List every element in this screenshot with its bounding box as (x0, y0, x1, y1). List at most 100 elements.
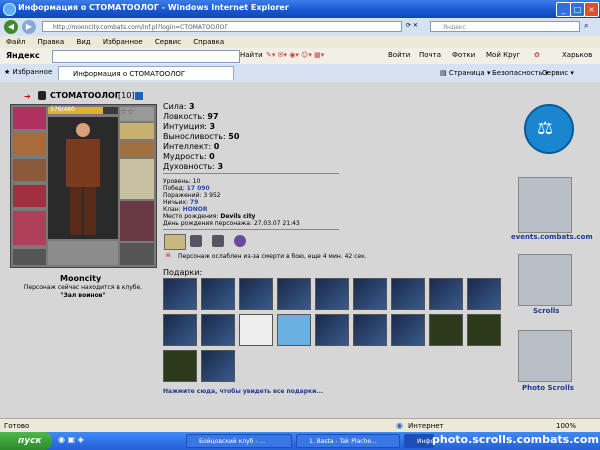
gift-item[interactable] (201, 314, 235, 346)
gift-item[interactable] (239, 278, 273, 310)
minimize-button[interactable]: _ (556, 2, 571, 17)
info-draws: Ничьих: 79 (163, 199, 198, 206)
shield-slot[interactable] (120, 159, 154, 199)
address-input[interactable]: http://mooncity.combats.com/inf.pl?login… (42, 21, 402, 32)
security-menu-label: Безопасность (492, 69, 543, 77)
more-gifts-link[interactable]: Нажмите сюда, чтобы увидеть все подарки.… (163, 388, 323, 395)
gift-item[interactable] (201, 350, 235, 382)
stat-label: Сила: (163, 102, 187, 111)
menu-help[interactable]: Справка (193, 38, 224, 46)
maximize-button[interactable]: □ (570, 2, 585, 17)
tab-page-menu[interactable]: ▤ Страница ▾ (440, 69, 490, 77)
tab-security-menu[interactable]: Безопасность ▾ (492, 69, 549, 77)
info-icon[interactable] (135, 92, 143, 100)
photo-scrolls-banner[interactable] (518, 330, 572, 382)
task-item[interactable]: Информац... (404, 434, 434, 448)
gift-item[interactable] (315, 278, 349, 310)
menu-file[interactable]: Файл (6, 38, 25, 46)
gift-item[interactable] (277, 314, 311, 346)
close-button[interactable]: × (584, 2, 599, 17)
photo-scrolls-link[interactable]: Photo Scrolls (522, 384, 574, 392)
badge-icon[interactable] (164, 234, 186, 250)
menu-favorites[interactable]: Избранное (103, 38, 143, 46)
gift-item[interactable] (163, 314, 197, 346)
belt-slot[interactable] (13, 249, 46, 265)
status-text: Готово (4, 422, 30, 430)
character-name: СТОМАТООЛОГ (50, 91, 120, 100)
search-input[interactable]: Яндекс (430, 21, 580, 32)
yandex-search-input[interactable] (52, 50, 240, 63)
page-content: ➔ СТОМАТООЛОГ [10] 376/480 ☆☆ Mooncity П… (0, 82, 600, 418)
clan-link[interactable]: HONOR (183, 206, 208, 213)
start-button[interactable]: пуск (0, 432, 52, 450)
amulet-slot[interactable] (13, 133, 46, 155)
gift-item[interactable] (467, 314, 501, 346)
gift-item[interactable] (391, 314, 425, 346)
gift-item[interactable] (239, 314, 273, 346)
task-item[interactable]: Бойцовский клуб - ... (186, 434, 292, 448)
yandex-logo: Яндекс (6, 51, 40, 60)
menu-bar: Файл Правка Вид Избранное Сервис Справка (0, 36, 600, 48)
gift-item[interactable] (163, 350, 197, 382)
favorites-button[interactable]: ★ Избранное (4, 68, 52, 76)
yandex-mail-link[interactable]: Почта (419, 51, 441, 59)
gift-item[interactable] (163, 278, 197, 310)
gift-item[interactable] (429, 314, 463, 346)
boots-slot[interactable] (120, 243, 154, 265)
forward-button[interactable]: ▶ (22, 20, 36, 34)
back-button[interactable]: ◀ (4, 20, 18, 34)
cloak-slot[interactable] (13, 211, 46, 245)
events-link[interactable]: events.combats.com (511, 233, 593, 241)
helmet-slot[interactable] (13, 107, 46, 129)
gift-item[interactable] (353, 278, 387, 310)
gift-item[interactable] (277, 278, 311, 310)
scrolls-banner[interactable] (518, 254, 572, 306)
menu-view[interactable]: Вид (76, 38, 90, 46)
gloves-slot[interactable] (120, 141, 154, 157)
yandex-mykrug-link[interactable]: Мой Круг (486, 51, 520, 59)
quicklaunch-icon[interactable]: ◉ ▣ ◈ (58, 435, 84, 444)
yandex-login-link[interactable]: Войти (388, 51, 410, 59)
refresh-icon[interactable]: ⟳ ✕ (406, 22, 418, 29)
badge-icon[interactable] (190, 235, 202, 247)
menu-tools[interactable]: Сервис (155, 38, 181, 46)
legs-slot[interactable] (120, 201, 154, 241)
stat-value: 0 (213, 142, 220, 151)
toolbar-tools-icon[interactable]: ✎▾ ✉▾ ◉▾ ☺▾ ▦▾ (266, 51, 324, 59)
info-clan: Клан: HONOR (163, 206, 208, 213)
gift-item[interactable] (201, 278, 235, 310)
ring-slot[interactable] (120, 123, 154, 139)
scrolls-link[interactable]: Scrolls (533, 307, 559, 315)
tab-tools-menu[interactable]: Сервис ▾ (542, 69, 574, 77)
gift-item[interactable] (467, 278, 501, 310)
location-place: "Зал воинов" (60, 292, 106, 299)
stat-value: 3 (209, 122, 216, 131)
stat-wisdom: Мудрость: 0 (163, 152, 215, 161)
gift-item[interactable] (429, 278, 463, 310)
stat-endurance: Выносливость: 50 (163, 132, 239, 141)
search-icon[interactable]: ⌕ (584, 21, 588, 31)
yandex-find-button[interactable]: Найти (240, 51, 263, 59)
gift-item[interactable] (391, 278, 425, 310)
info-label: Место рождения: (163, 213, 219, 220)
armor-slot[interactable] (13, 185, 46, 207)
badge-icon[interactable] (234, 235, 246, 247)
zoom-level[interactable]: 100% (556, 422, 576, 430)
yandex-extra-icon[interactable]: ✿ (534, 51, 540, 59)
page-menu-label: Страница (448, 69, 485, 77)
title-bar: Информация о СТОМАТООЛОГ - Windows Inter… (0, 0, 600, 18)
events-banner[interactable] (518, 177, 572, 233)
badge-icon[interactable] (212, 235, 224, 247)
city-name: Mooncity (60, 274, 102, 283)
yandex-city[interactable]: Харьков (562, 51, 592, 59)
yandex-photos-link[interactable]: Фотки (452, 51, 475, 59)
weapon-slot[interactable] (13, 159, 46, 181)
tab-active[interactable]: Информация о СТОМАТООЛОГ (58, 66, 234, 80)
character-panel: 376/480 ☆☆ (10, 104, 157, 268)
gift-item[interactable] (315, 314, 349, 346)
gift-item[interactable] (353, 314, 387, 346)
menu-edit[interactable]: Правка (38, 38, 65, 46)
scales-logo[interactable]: ⚖ (524, 104, 574, 154)
tab-active-label: Информация о СТОМАТООЛОГ (73, 70, 186, 78)
task-item[interactable]: 1. Basta - Tak Plache... (296, 434, 400, 448)
